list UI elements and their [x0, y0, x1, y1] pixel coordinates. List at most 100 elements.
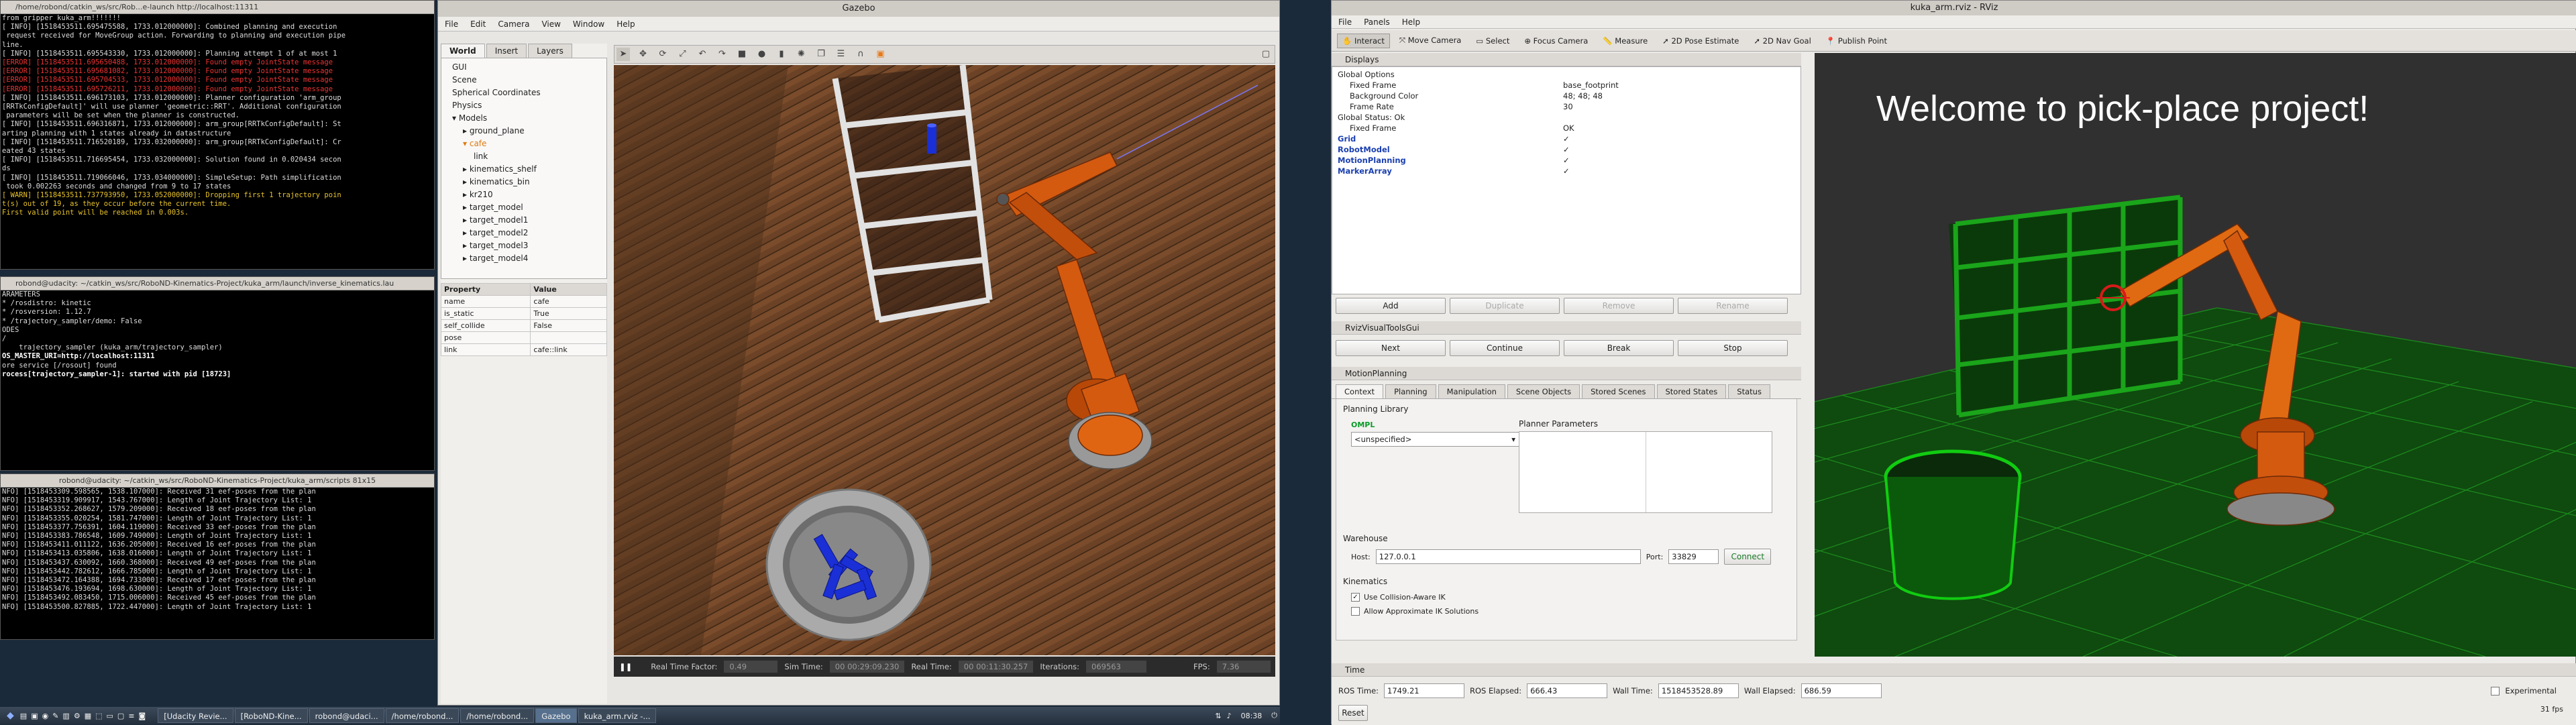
tool-interact[interactable]: ✋ Interact [1337, 33, 1390, 48]
terminal-window-ik[interactable]: robond@udacity: ~/catkin_ws/src/RoboND-K… [0, 276, 435, 471]
taskbar-task[interactable]: /home/robond... [385, 708, 460, 723]
rviz-window[interactable]: kuka_arm.rviz - RViz File Panels Help ✋ In… [1331, 0, 2576, 725]
terminal-window-scripts[interactable]: robond@udacity: ~/catkin_ws/src/RoboND-K… [0, 473, 435, 640]
volume-icon[interactable]: ♪ [1227, 712, 1232, 720]
tool-2d-nav-goal[interactable]: ➚ 2D Nav Goal [1748, 34, 1816, 48]
orange-record-icon[interactable]: ▣ [874, 48, 888, 61]
connect-button[interactable]: Connect [1724, 549, 1772, 565]
redo-icon[interactable]: ↷ [716, 48, 729, 61]
tree-item-kinematics_shelf[interactable]: ▸ kinematics_shelf [447, 163, 606, 176]
tab-context[interactable]: Context [1336, 384, 1384, 398]
display-row[interactable]: Global Status: Ok [1335, 112, 1801, 123]
menu-help[interactable]: Help [616, 19, 635, 29]
expand-arrow-icon[interactable]: ▸ [463, 215, 470, 225]
gazebo-3d-view[interactable] [614, 65, 1275, 655]
display-row[interactable]: MarkerArray ✓ [1335, 166, 1801, 176]
menu-camera[interactable]: Camera [498, 19, 529, 29]
scale-icon[interactable]: ⤢ [676, 48, 690, 61]
display-row[interactable]: MotionPlanning ✓ [1335, 155, 1801, 166]
quicklaunch-folder-icon[interactable]: ▤ [20, 712, 27, 720]
rename-button[interactable]: Rename [1678, 298, 1788, 314]
tool-publish-point[interactable]: 📍 Publish Point [1821, 34, 1892, 48]
quicklaunch-app-icon[interactable]: ⬚ [95, 712, 102, 720]
display-row[interactable]: RobotModel ✓ [1335, 144, 1801, 155]
clock[interactable]: 08:38 [1241, 712, 1263, 720]
tab-layers[interactable]: Layers [528, 44, 572, 58]
taskbar-task[interactable]: robond@udaci... [309, 708, 384, 723]
tab-status[interactable]: Status [1728, 384, 1770, 398]
display-row[interactable]: Frame Rate 30 [1335, 101, 1801, 112]
quicklaunch-window-icon[interactable]: ▢ [117, 712, 124, 720]
tree-item-target_model3[interactable]: ▸ target_model3 [447, 239, 606, 252]
property-row[interactable]: is_static True [440, 307, 607, 320]
reset-button[interactable]: Reset [1338, 705, 1368, 721]
terminal-window-launch[interactable]: /home/robond/catkin_ws/src/Rob...e-launc… [0, 0, 435, 270]
tool-move-camera[interactable]: ⤧ Move Camera [1394, 33, 1466, 48]
expand-arrow-icon[interactable]: ▾ [452, 113, 459, 123]
translate-icon[interactable]: ✥ [637, 48, 650, 61]
expand-arrow-icon[interactable]: ▸ [463, 164, 470, 174]
cylinder-shape-icon[interactable]: ▮ [775, 48, 788, 61]
align-icon[interactable]: ☰ [835, 48, 848, 61]
tree-item-cafe[interactable]: ▾ cafe [447, 137, 606, 150]
sphere-shape-icon[interactable]: ● [755, 48, 769, 61]
display-row[interactable]: Background Color 48; 48; 48 [1335, 91, 1801, 101]
taskbar-task[interactable]: [RoboND-Kine... [234, 708, 308, 723]
display-row[interactable]: Fixed Frame OK [1335, 123, 1801, 133]
expand-arrow-icon[interactable]: ▸ [463, 177, 470, 186]
taskbar-task[interactable]: /home/robond... [460, 708, 535, 723]
stop-button[interactable]: Stop [1678, 340, 1788, 356]
add-button[interactable]: Add [1336, 298, 1446, 314]
tree-item-ground_plane[interactable]: ▸ ground_plane [447, 125, 606, 137]
quicklaunch-editor-icon[interactable]: ✎ [52, 712, 58, 720]
undo-icon[interactable]: ↶ [696, 48, 709, 61]
tree-item-gui[interactable]: GUI [447, 61, 606, 74]
break-button[interactable]: Break [1564, 340, 1674, 356]
host-input[interactable]: 127.0.0.1 [1375, 549, 1641, 564]
rviz-3d-view[interactable]: Welcome to pick-place project! [1815, 53, 2576, 657]
menu-edit[interactable]: Edit [470, 19, 486, 29]
expand-arrow-icon[interactable]: ▸ [463, 126, 470, 135]
tab-stored-scenes[interactable]: Stored Scenes [1582, 384, 1655, 398]
menu-view[interactable]: View [541, 19, 560, 29]
tree-item-kr210[interactable]: ▸ kr210 [447, 188, 606, 201]
tab-planning[interactable]: Planning [1385, 384, 1436, 398]
expand-arrow-icon[interactable]: ▸ [463, 254, 470, 263]
tree-item-scene[interactable]: Scene [447, 74, 606, 87]
tab-insert[interactable]: Insert [486, 44, 527, 58]
app-menu-icon[interactable]: ◆ [7, 710, 14, 721]
planner-select[interactable]: <unspecified> ▾ [1351, 432, 1520, 447]
tool-measure[interactable]: 📏 Measure [1597, 34, 1653, 48]
next-button[interactable]: Next [1336, 340, 1446, 356]
taskbar-task[interactable]: Gazebo [535, 708, 577, 723]
tree-item-target_model2[interactable]: ▸ target_model2 [447, 227, 606, 239]
expand-arrow-icon[interactable]: ▸ [463, 190, 470, 199]
property-row[interactable]: self_collide False [440, 319, 607, 332]
remove-button[interactable]: Remove [1564, 298, 1674, 314]
menu-help[interactable]: Help [1402, 17, 1420, 27]
expand-arrow-icon[interactable]: ▸ [463, 228, 470, 237]
experimental-checkbox[interactable] [2491, 686, 2500, 695]
property-row[interactable]: link cafe::link [440, 343, 607, 356]
tab-world[interactable]: World [441, 44, 485, 58]
copy-icon[interactable]: ❐ [814, 48, 828, 61]
expand-arrow-icon[interactable]: ▸ [463, 203, 470, 212]
display-row[interactable]: Fixed Frame base_footprint [1335, 80, 1801, 91]
menu-file[interactable]: File [1338, 17, 1352, 27]
property-row[interactable]: pose [440, 331, 607, 344]
gazebo-window[interactable]: Gazebo File Edit Camera View Window Help Worl… [437, 0, 1280, 706]
tree-item-target_model1[interactable]: ▸ target_model1 [447, 214, 606, 227]
expand-arrow-icon[interactable]: ▸ [463, 241, 470, 250]
taskbar-task[interactable]: [Udacity Revie... [158, 708, 233, 723]
tool-2d-pose-estimate[interactable]: ➚ 2D Pose Estimate [1657, 34, 1744, 48]
property-row[interactable]: name cafe [440, 295, 607, 308]
tool-select[interactable]: ▭ Select [1470, 34, 1515, 48]
display-row[interactable]: Grid ✓ [1335, 133, 1801, 144]
tree-item-kinematics_bin[interactable]: ▸ kinematics_bin [447, 176, 606, 188]
tree-item-spherical-coordinates[interactable]: Spherical Coordinates [447, 87, 606, 99]
light-icon[interactable]: ✺ [795, 48, 808, 61]
quicklaunch-settings-icon[interactable]: ⚙ [74, 712, 80, 720]
continue-button[interactable]: Continue [1450, 340, 1560, 356]
magnet-icon[interactable]: ∩ [854, 48, 867, 61]
duplicate-button[interactable]: Duplicate [1450, 298, 1560, 314]
